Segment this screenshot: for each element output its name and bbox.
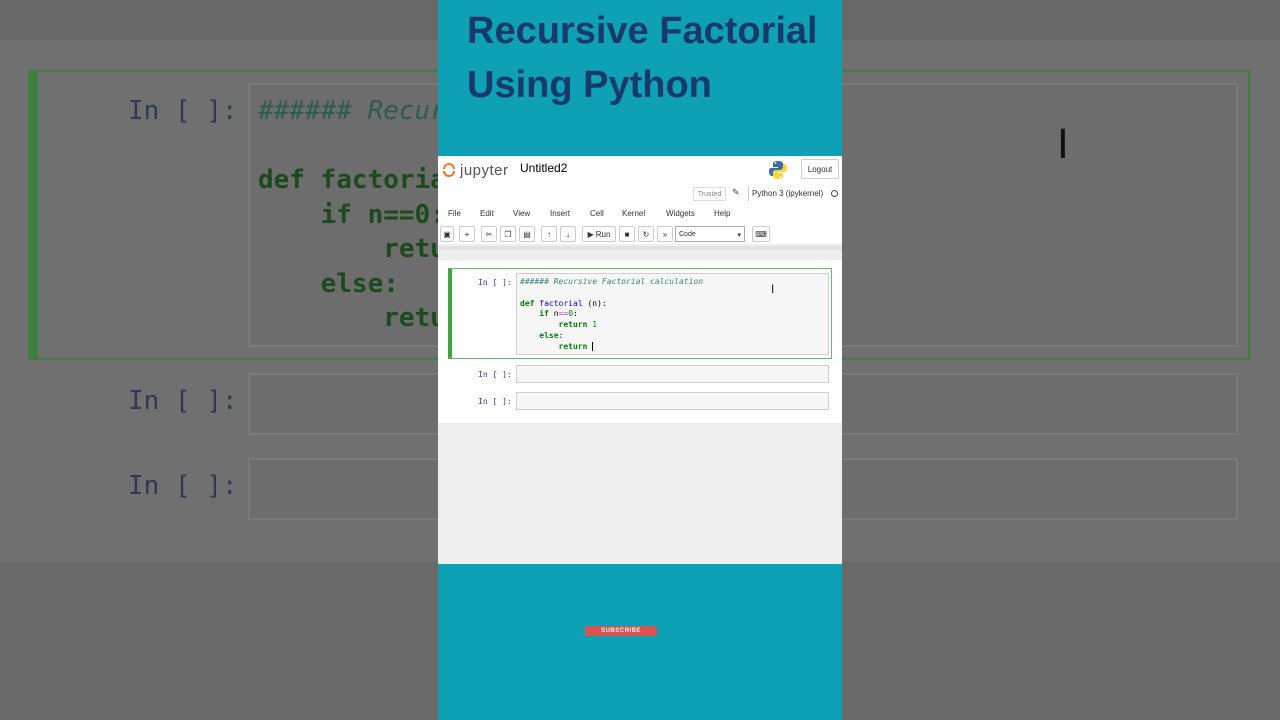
code-line-if: if n==0:	[539, 309, 578, 318]
menu-bar: File Edit View Insert Cell Kernel Widget…	[438, 206, 842, 222]
keyboard-icon: ⌨	[755, 229, 767, 239]
interrupt-button[interactable]: ■	[619, 226, 635, 242]
command-palette-button[interactable]: ⌨	[752, 226, 770, 242]
run-label: Run	[595, 229, 611, 239]
background-code-line-7: retu	[258, 303, 446, 333]
notebook-cells-area: In [ ]: ###### Recursive Factorial calcu…	[438, 260, 842, 423]
cell-prompt-2: In [ ]:	[478, 370, 512, 379]
jupyter-logo-icon	[442, 162, 456, 178]
kernel-separator	[748, 187, 749, 201]
cell-type-select[interactable]: Code ▾	[675, 226, 745, 242]
trusted-badge[interactable]: Trusted	[693, 187, 726, 201]
chevron-down-icon: ▾	[737, 232, 741, 239]
move-down-button[interactable]: ↓	[560, 226, 576, 242]
background-code-line-6: else:	[258, 269, 399, 299]
plus-icon: +	[464, 229, 470, 239]
video-title: Recursive Factorial Using Python	[467, 10, 818, 106]
code-line-else: else:	[539, 331, 564, 340]
notebook-header: jupyter Untitled2 Logout Trusted ✎ Pytho…	[438, 156, 842, 244]
cell-prompt-1: In [ ]:	[478, 278, 512, 287]
arrow-down-icon: ↓	[566, 229, 570, 239]
menu-widgets[interactable]: Widgets	[666, 209, 695, 218]
insert-cell-button[interactable]: +	[459, 226, 475, 242]
code-line-return-2: return	[520, 342, 594, 351]
code-line-comment: ###### Recursive Factorial calculation	[520, 277, 704, 286]
jupyter-notebook-window: jupyter Untitled2 Logout Trusted ✎ Pytho…	[438, 156, 842, 564]
background-code-line-4: if n==0:	[258, 200, 446, 230]
background-prompt-3: In [ ]:	[128, 471, 238, 501]
text-cursor-icon: I	[1057, 122, 1069, 168]
header-separator	[438, 246, 842, 250]
paste-button[interactable]: ▤	[519, 226, 535, 242]
fast-forward-icon: »	[662, 229, 668, 239]
menu-kernel[interactable]: Kernel	[622, 209, 645, 218]
play-icon: ▶	[587, 229, 594, 239]
background-code-line-1: ###### Recur	[258, 96, 446, 126]
code-line-return-1: return 1	[558, 320, 598, 329]
code-line-def: def factorial (n):	[520, 299, 607, 308]
restart-button[interactable]: ↻	[638, 226, 654, 242]
menu-view[interactable]: View	[513, 209, 530, 218]
text-caret	[592, 342, 594, 351]
logout-button[interactable]: Logout	[801, 159, 839, 179]
copy-button[interactable]: ❐	[500, 226, 516, 242]
paste-icon: ▤	[523, 229, 531, 239]
menu-edit[interactable]: Edit	[480, 209, 494, 218]
scissors-icon: ✂	[485, 229, 493, 239]
kernel-name[interactable]: Python 3 (ipykernel)	[752, 189, 823, 198]
menu-insert[interactable]: Insert	[550, 209, 570, 218]
jupyter-logo-text: jupyter	[460, 161, 509, 179]
mouse-ibeam-icon: I	[771, 282, 775, 296]
stop-icon: ■	[624, 229, 630, 239]
cell-prompt-3: In [ ]:	[478, 397, 512, 406]
menu-file[interactable]: File	[448, 209, 461, 218]
jupyter-logo[interactable]: jupyter	[442, 160, 509, 180]
run-button[interactable]: ▶ Run	[582, 226, 616, 242]
notebook-name[interactable]: Untitled2	[520, 161, 567, 175]
short-video-panel: Recursive Factorial Using Python jupyter…	[438, 0, 842, 720]
cut-button[interactable]: ✂	[481, 226, 497, 242]
subscribe-button[interactable]: SUBSCRIBE	[585, 626, 657, 636]
python-logo-icon	[769, 161, 787, 179]
menu-cell[interactable]: Cell	[590, 209, 604, 218]
menu-help[interactable]: Help	[714, 209, 730, 218]
background-code-line-3: def factoria	[258, 165, 446, 195]
arrow-up-icon: ↑	[547, 229, 551, 239]
code-editor-2[interactable]	[516, 365, 829, 383]
background-prompt-2: In [ ]:	[128, 386, 238, 416]
notebook-toolbar: ▣ + ✂ ❐ ▤ ↑ ↓ ▶ Run ■ ↻ » Code ▾ ⌨	[438, 226, 842, 244]
save-button[interactable]: ▣	[440, 226, 454, 242]
edit-pencil-icon[interactable]: ✎	[732, 187, 740, 198]
kernel-status-icon	[831, 190, 838, 197]
save-icon: ▣	[443, 229, 451, 239]
code-editor-3[interactable]	[516, 392, 829, 410]
code-editor-1[interactable]: ###### Recursive Factorial calculation d…	[516, 273, 829, 355]
move-up-button[interactable]: ↑	[541, 226, 557, 242]
copy-icon: ❐	[504, 229, 512, 239]
background-prompt-1: In [ ]:	[128, 96, 238, 126]
restart-run-all-button[interactable]: »	[657, 226, 673, 242]
cell-type-value: Code	[679, 230, 696, 238]
background-code-line-5: retu	[258, 234, 446, 264]
restart-icon: ↻	[642, 229, 650, 239]
